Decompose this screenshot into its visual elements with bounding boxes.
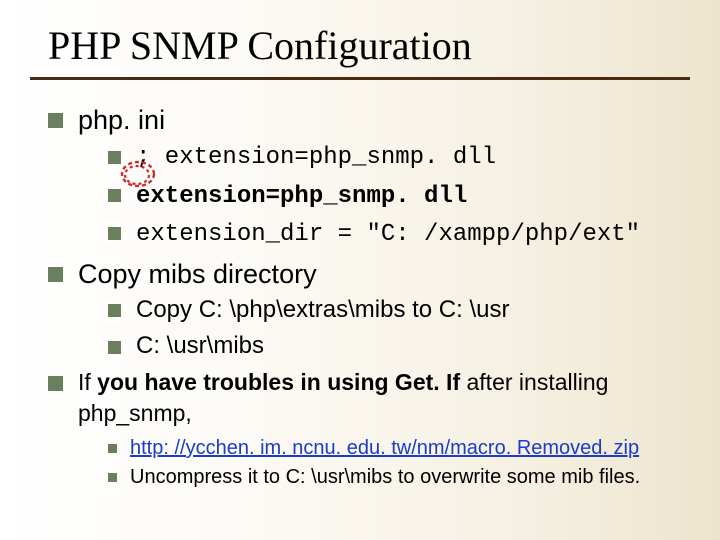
text-troubles-uncompress: Uncompress it to C: \usr\mibs to overwri… <box>130 466 640 488</box>
bullet-copy-label: Copy mibs directory <box>78 259 317 289</box>
bullet-troubles-uncompress: Uncompress it to C: \usr\mibs to overwri… <box>108 464 690 491</box>
text-ext-enabled: extension=php_snmp. dll <box>136 183 467 210</box>
text-copy-1: Copy C: \php\extras\mibs to C: \usr <box>136 296 509 323</box>
bullet-troubles-link: http: //ycchen. im. ncnu. edu. tw/nm/mac… <box>108 435 690 462</box>
bullet-phpini-label: php. ini <box>78 105 165 135</box>
text-ext-commented: ; extension=php_snmp. dll <box>136 144 496 171</box>
bullet-copy-1: Copy C: \php\extras\mibs to C: \usr <box>108 294 690 326</box>
slide-body: php. ini ; extension=php_snmp. dll exten… <box>0 80 720 491</box>
bullet-troubles: If you have troubles in using Get. If af… <box>48 367 690 491</box>
bullet-copy: Copy mibs directory Copy C: \php\extras\… <box>48 256 690 363</box>
bullet-ext-dir: extension_dir = "C: /xampp/php/ext" <box>108 217 690 251</box>
text-copy-2: C: \usr\mibs <box>136 332 264 359</box>
text-troubles-prefix: If <box>78 369 97 395</box>
text-ext-dir: extension_dir = "C: /xampp/php/ext" <box>136 221 640 248</box>
bullet-ext-enabled: extension=php_snmp. dll <box>108 179 690 213</box>
bullet-phpini: php. ini ; extension=php_snmp. dll exten… <box>48 102 690 252</box>
slide-title: PHP SNMP Configuration <box>0 0 720 77</box>
bullet-copy-2: C: \usr\mibs <box>108 330 690 362</box>
link-macro-removed[interactable]: http: //ycchen. im. ncnu. edu. tw/nm/mac… <box>130 437 639 459</box>
text-troubles-bold: you have troubles in using Get. If <box>97 369 460 395</box>
slide: PHP SNMP Configuration php. ini ; extens… <box>0 0 720 540</box>
bullet-ext-commented: ; extension=php_snmp. dll <box>108 140 690 174</box>
